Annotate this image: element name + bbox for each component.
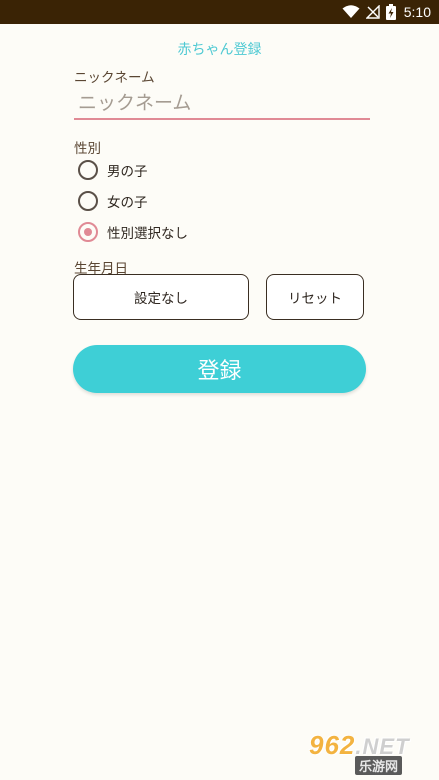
gender-option-label: 男の子 <box>107 164 148 180</box>
nickname-input[interactable] <box>74 88 370 120</box>
gender-option-girl[interactable]: 女の子 <box>78 189 148 213</box>
gender-option-boy[interactable]: 男の子 <box>78 158 148 182</box>
watermark-number: 962 <box>309 730 356 760</box>
birthday-reset-button[interactable]: リセット <box>266 274 364 320</box>
radio-dot <box>84 228 92 236</box>
page-title: 赤ちゃん登録 <box>177 42 262 58</box>
radio-unchecked-icon[interactable] <box>78 191 98 211</box>
register-button[interactable]: 登録 <box>73 345 366 393</box>
nickname-label: ニックネーム <box>74 70 155 86</box>
status-bar: 5:10 <box>0 0 439 24</box>
radio-unchecked-icon[interactable] <box>78 160 98 180</box>
gender-label: 性別 <box>74 141 101 157</box>
status-icons: 5:10 <box>342 0 431 24</box>
battery-charging-icon <box>385 4 396 20</box>
birthday-date-button[interactable]: 設定なし <box>73 274 249 320</box>
watermark-logo: 962.NET 乐游网 <box>303 730 435 775</box>
status-time: 5:10 <box>403 4 431 20</box>
radio-checked-icon[interactable] <box>78 222 98 242</box>
gender-option-label: 性別選択なし <box>107 226 188 242</box>
gender-option-none[interactable]: 性別選択なし <box>78 220 188 244</box>
gender-option-label: 女の子 <box>107 195 148 211</box>
watermark-sub: 乐游网 <box>355 756 403 775</box>
signal-off-icon <box>365 5 380 19</box>
wifi-icon <box>342 5 360 19</box>
